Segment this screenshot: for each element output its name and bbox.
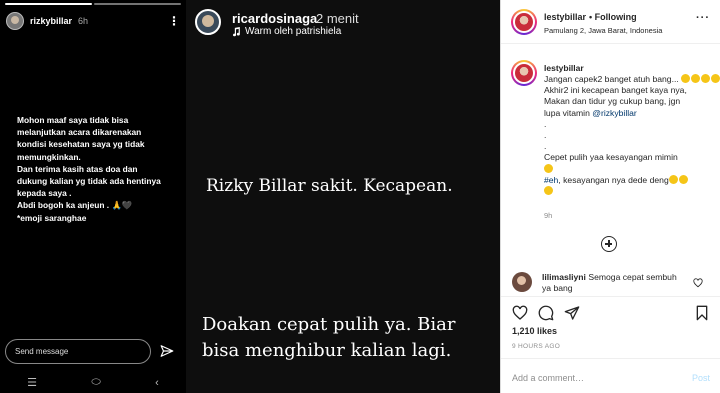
caption-body: Jangan capek2 banget atuh bang... Akhir2…	[544, 74, 720, 197]
following-button[interactable]: • Following	[589, 12, 637, 22]
post-username[interactable]: lestybillar	[544, 12, 586, 22]
story-message-line: melanjutkan acara dikarenakan	[17, 127, 142, 138]
more-options-icon[interactable]: ···	[696, 12, 710, 24]
story-text-top: Rizky Billar sakit. Kecapean.	[206, 176, 453, 196]
avatar[interactable]	[195, 9, 221, 35]
story-music[interactable]: Warm oleh patrishiela	[232, 26, 341, 37]
home-icon[interactable]: ⬭	[91, 376, 100, 389]
wink-emoji-icon	[544, 163, 553, 173]
caption-line: lupa vitamin	[544, 107, 590, 118]
story-message-line: kondisi kesehatan saya yg tidak	[17, 139, 145, 150]
mention-link[interactable]: @rizkybillar	[592, 108, 637, 118]
post-actions	[501, 296, 720, 324]
victory-hand-emoji-icon	[678, 174, 688, 184]
story-message-line: *emoji saranghae	[17, 212, 87, 223]
caption-username[interactable]: lestybillar	[544, 63, 584, 73]
story-panel-ricardosinaga: ricardosinaga 2 menit Warm oleh patrishi…	[186, 0, 500, 393]
smile-emoji-icon	[681, 74, 691, 83]
story-time: 2 menit	[316, 11, 359, 26]
avatar[interactable]	[6, 12, 24, 30]
android-nav-bar: ☰ ⬭ ‹	[0, 372, 186, 393]
caption-line: Jangan capek2 banget atuh bang...	[544, 74, 679, 84]
story-username[interactable]: ricardosinaga	[232, 11, 317, 26]
caption-dot: .	[544, 141, 547, 152]
caption-dot: .	[544, 130, 547, 141]
smile-emoji-icon	[711, 74, 720, 83]
caption-line: Cepet pulih yaa kesayangan mimin	[544, 152, 678, 163]
story-username[interactable]: rizkybillar	[30, 16, 72, 26]
story-header: rizkybillar 6h ⋮	[6, 11, 180, 31]
story-message-line: Abdi bogoh ka anjeun . 🙏🖤	[17, 200, 133, 211]
comment-text: lilimasliyni Semoga cepat sembuh ya bang	[542, 272, 677, 294]
send-plane-icon[interactable]	[160, 344, 174, 358]
caption-line: Akhir2 ini kecapean banget kaya nya,	[544, 85, 687, 96]
hashtag-link[interactable]: #eh	[544, 175, 558, 185]
story-message-line: dukung kalian yg tidak ada hentinya	[17, 176, 161, 187]
story-text-line: Doakan cepat pulih ya. Biar	[202, 314, 456, 335]
story-message-line: Mohon maaf saya tidak bisa	[17, 115, 129, 125]
likes-count[interactable]: 1,210 likes	[512, 326, 557, 336]
story-message-line: kepada saya .	[17, 188, 72, 199]
load-more-comments-icon[interactable]	[601, 236, 617, 252]
comment-heart-icon[interactable]	[693, 278, 703, 288]
story-time: 6h	[78, 16, 89, 26]
smile-emoji-icon	[691, 74, 701, 83]
post-header: lestybillar • Following Pamulang 2, Jawa…	[501, 0, 720, 44]
story-message: Mohon maaf saya tidak bisa melanjutkan a…	[17, 114, 183, 224]
post-timestamp: 9 HOURS AGO	[512, 343, 561, 350]
more-options-icon[interactable]: ⋮	[168, 15, 180, 27]
story-music-label: Warm oleh patrishiela	[245, 26, 342, 37]
bookmark-icon[interactable]	[694, 305, 710, 321]
tongue-emoji-icon	[544, 186, 553, 196]
heart-icon[interactable]	[512, 305, 528, 321]
avatar[interactable]	[512, 272, 532, 292]
post-location[interactable]: Pamulang 2, Jawa Barat, Indonesia	[544, 26, 662, 35]
smile-emoji-icon	[701, 74, 711, 83]
recent-apps-icon[interactable]: ☰	[27, 376, 37, 389]
comment-icon[interactable]	[538, 305, 554, 321]
story-progress-bars	[5, 3, 181, 5]
caption-line: , kesayangan nya dede deng	[558, 174, 669, 185]
story-message-line: memungkinkan.	[17, 151, 81, 162]
avatar[interactable]	[511, 9, 537, 35]
back-icon[interactable]: ‹	[155, 377, 159, 389]
add-comment-bar: Add a comment… Post	[501, 358, 720, 393]
caption-age: 9h	[544, 211, 553, 220]
instagram-post-panel: lestybillar • Following Pamulang 2, Jawa…	[500, 0, 720, 393]
story-panel-rizkybillar: rizkybillar 6h ⋮ Mohon maaf saya tidak b…	[0, 0, 186, 393]
story-text-line: bisa menghibur kalian lagi.	[202, 340, 452, 361]
send-message-input[interactable]: Send message	[5, 339, 151, 364]
share-icon[interactable]	[564, 305, 580, 321]
story-text-bottom: Doakan cepat pulih ya. Biar bisa menghib…	[202, 312, 456, 364]
post-comment-button[interactable]: Post	[692, 373, 710, 383]
add-comment-input[interactable]: Add a comment…	[512, 373, 584, 383]
caption-line: Makan dan tidur yg cukup bang, jgn	[544, 96, 681, 107]
caption-dot: .	[544, 118, 547, 129]
avatar[interactable]	[511, 60, 537, 86]
story-message-line: Dan terima kasih atas doa dan	[17, 163, 138, 174]
music-note-icon	[233, 26, 240, 36]
comment-username[interactable]: lilimasliyni	[542, 272, 586, 282]
grin-emoji-icon	[668, 174, 678, 184]
